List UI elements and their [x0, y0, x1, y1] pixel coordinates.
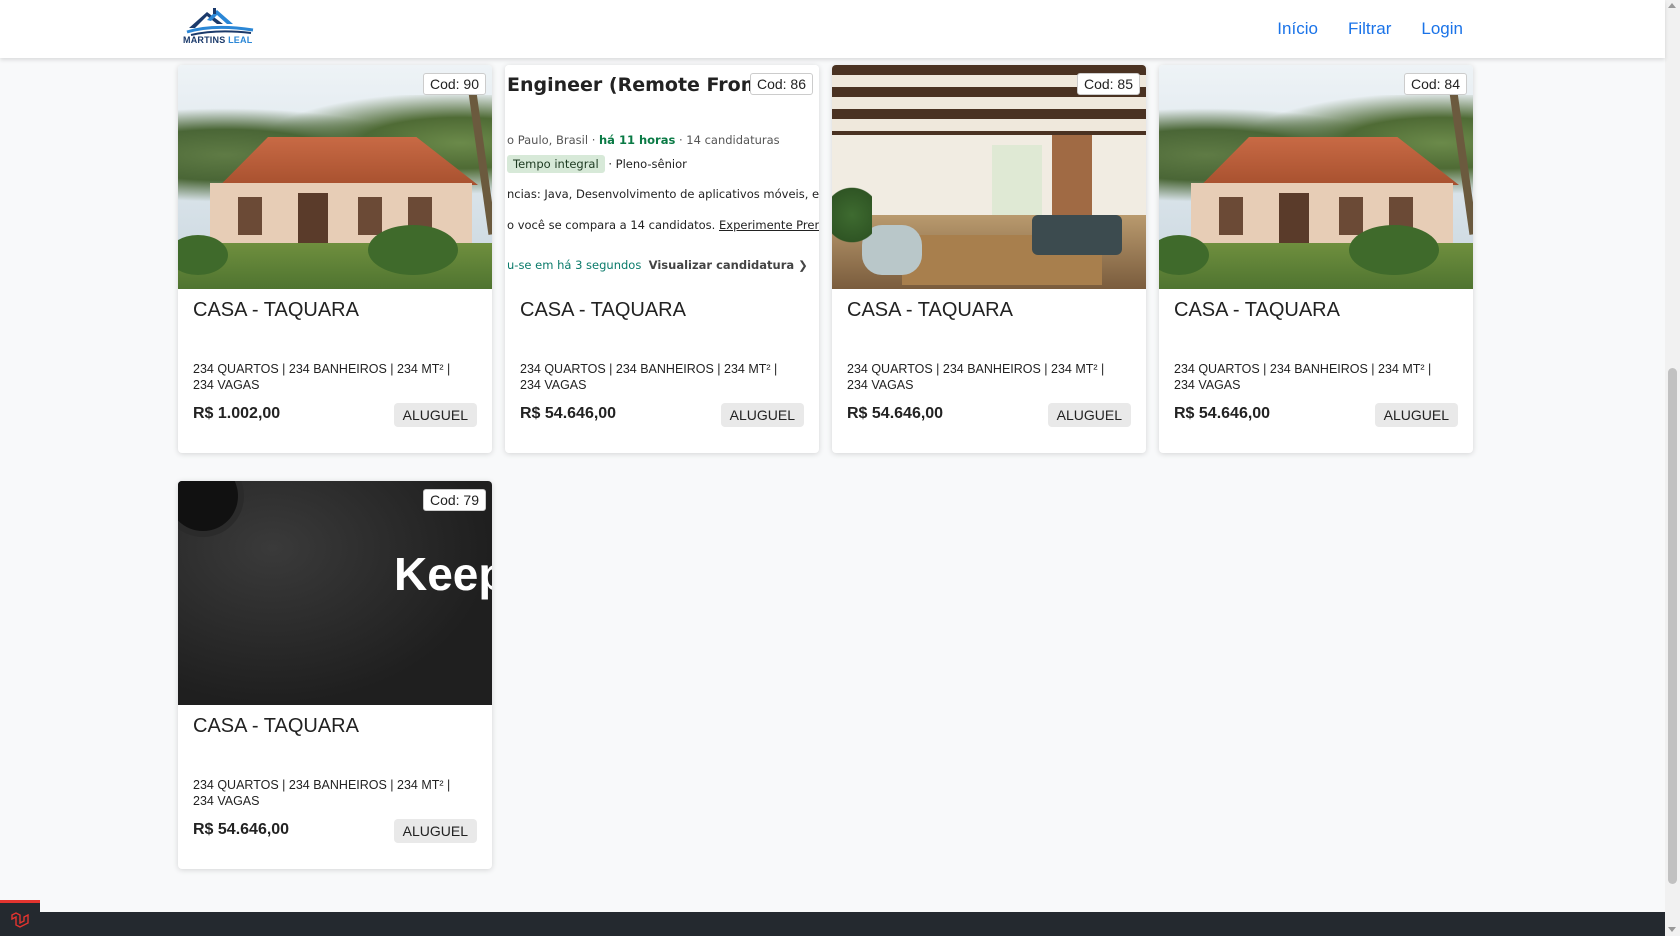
- photo-window: [1219, 197, 1243, 235]
- property-features: 234 QUARTOS | 234 BANHEIROS | 234 MT² | …: [193, 362, 451, 392]
- photo-job-posted: há 11 horas: [599, 133, 676, 147]
- photo-job-level: · Pleno-sênior: [604, 157, 687, 171]
- house-logo-icon: [186, 8, 254, 36]
- property-features: 234 QUARTOS | 234 BANHEIROS | 234 MT² | …: [193, 778, 451, 808]
- property-type-badge[interactable]: ALUGUEL: [1374, 403, 1458, 427]
- top-navbar: MARTINS LEAL Início Filtrar Login: [0, 0, 1665, 58]
- photo-job-applied: u-se em há 3 segundos Visualizar candida…: [507, 258, 808, 272]
- photo-job-skills: ncias: Java, Desenvolvimento de aplicati…: [507, 187, 819, 201]
- photo-job-meta: o Paulo, Brasil · há 11 horas · 14 candi…: [507, 133, 780, 147]
- photo-door: [298, 193, 328, 249]
- photo-job-view: Visualizar candidatura ❯: [648, 258, 808, 272]
- property-type-badge[interactable]: ALUGUEL: [393, 819, 477, 843]
- property-photo[interactable]: Keep Cod: 79: [178, 481, 492, 705]
- scrollbar-thumb[interactable]: [1668, 368, 1677, 884]
- scroll-down-arrow-icon[interactable]: [1668, 927, 1676, 932]
- laravel-debug-badge[interactable]: [0, 900, 40, 936]
- property-title[interactable]: CASA - TAQUARA: [1174, 299, 1340, 322]
- property-title[interactable]: CASA - TAQUARA: [193, 299, 359, 322]
- photo-dark-object: [178, 481, 238, 531]
- property-card[interactable]: Cod: 90 CASA - TAQUARA 234 QUARTOS | 234…: [178, 65, 492, 453]
- photo-job-location: o Paulo, Brasil ·: [507, 133, 599, 147]
- property-price: R$ 54.646,00: [847, 405, 944, 422]
- property-title[interactable]: CASA - TAQUARA: [847, 299, 1013, 322]
- photo-window: [238, 197, 262, 235]
- photo-job-pills: Tempo integral · Pleno-sênior: [507, 155, 687, 173]
- photo-window: [358, 197, 382, 235]
- property-features: 234 QUARTOS | 234 BANHEIROS | 234 MT² | …: [847, 362, 1105, 392]
- property-photo[interactable]: Cod: 90: [178, 65, 492, 289]
- property-code-badge: Cod: 90: [422, 73, 486, 95]
- nav-link-login[interactable]: Login: [1421, 19, 1463, 39]
- property-type-badge[interactable]: ALUGUEL: [393, 403, 477, 427]
- photo-door: [1279, 193, 1309, 249]
- property-type-badge[interactable]: ALUGUEL: [720, 403, 804, 427]
- property-price: R$ 54.646,00: [1174, 405, 1271, 422]
- property-photo[interactable]: Cod: 85: [832, 65, 1146, 289]
- nav-link-filtrar[interactable]: Filtrar: [1348, 19, 1391, 39]
- photo-job-applicants: · 14 candidaturas: [675, 133, 780, 147]
- photo-sofa: [1032, 215, 1122, 255]
- property-price: R$ 1.002,00: [193, 405, 281, 422]
- property-code-badge: Cod: 86: [749, 73, 813, 95]
- photo-job-compare-text: o você se compara a 14 candidatos.: [507, 218, 719, 232]
- property-price: R$ 54.646,00: [193, 821, 290, 838]
- scroll-up-arrow-icon[interactable]: [1668, 3, 1676, 8]
- laravel-icon: [11, 911, 29, 928]
- nav-links: Início Filtrar Login: [1277, 19, 1463, 39]
- property-code-badge: Cod: 84: [1403, 73, 1467, 95]
- property-code-badge: Cod: 85: [1076, 73, 1140, 95]
- property-features: 234 QUARTOS | 234 BANHEIROS | 234 MT² | …: [1174, 362, 1432, 392]
- photo-job-applied-text: u-se em há 3 segundos: [507, 258, 642, 272]
- property-title[interactable]: CASA - TAQUARA: [193, 715, 359, 738]
- logo-word-leal: LEAL: [228, 35, 253, 45]
- property-photo[interactable]: Cod: 84: [1159, 65, 1473, 289]
- photo-keep-word: Keep: [394, 548, 492, 600]
- page: MARTINS LEAL Início Filtrar Login Cod: 9…: [0, 0, 1680, 936]
- photo-bush: [368, 225, 458, 275]
- photo-job-pill: Tempo integral: [507, 155, 605, 173]
- page-scrollbar[interactable]: [1665, 0, 1680, 936]
- property-card[interactable]: Cod: 85 CASA - TAQUARA 234 QUARTOS | 234…: [832, 65, 1146, 453]
- property-card[interactable]: Engineer (Remote From re) o Paulo, Brasi…: [505, 65, 819, 453]
- nav-link-inicio[interactable]: Início: [1277, 19, 1318, 39]
- photo-job-premium: Experimente Premium: [719, 218, 819, 232]
- property-type-badge[interactable]: ALUGUEL: [1047, 403, 1131, 427]
- photo-bush: [1349, 225, 1439, 275]
- brand-logo[interactable]: MARTINS LEAL: [183, 6, 257, 50]
- property-price: R$ 54.646,00: [520, 405, 617, 422]
- property-photo[interactable]: Engineer (Remote From re) o Paulo, Brasi…: [505, 65, 819, 289]
- property-card[interactable]: Cod: 84 CASA - TAQUARA 234 QUARTOS | 234…: [1159, 65, 1473, 453]
- property-code-badge: Cod: 79: [422, 489, 486, 511]
- property-features: 234 QUARTOS | 234 BANHEIROS | 234 MT² | …: [520, 362, 778, 392]
- logo-word-martins: MARTINS: [183, 35, 226, 45]
- photo-doorway: [992, 145, 1042, 225]
- logo-text: MARTINS LEAL: [183, 35, 252, 45]
- photo-job-compare: o você se compara a 14 candidatos. Exper…: [507, 218, 819, 232]
- footer: [0, 912, 1665, 936]
- photo-plant: [832, 175, 872, 255]
- property-card[interactable]: Keep Cod: 79 CASA - TAQUARA 234 QUARTOS …: [178, 481, 492, 869]
- photo-window: [1339, 197, 1363, 235]
- property-title[interactable]: CASA - TAQUARA: [520, 299, 686, 322]
